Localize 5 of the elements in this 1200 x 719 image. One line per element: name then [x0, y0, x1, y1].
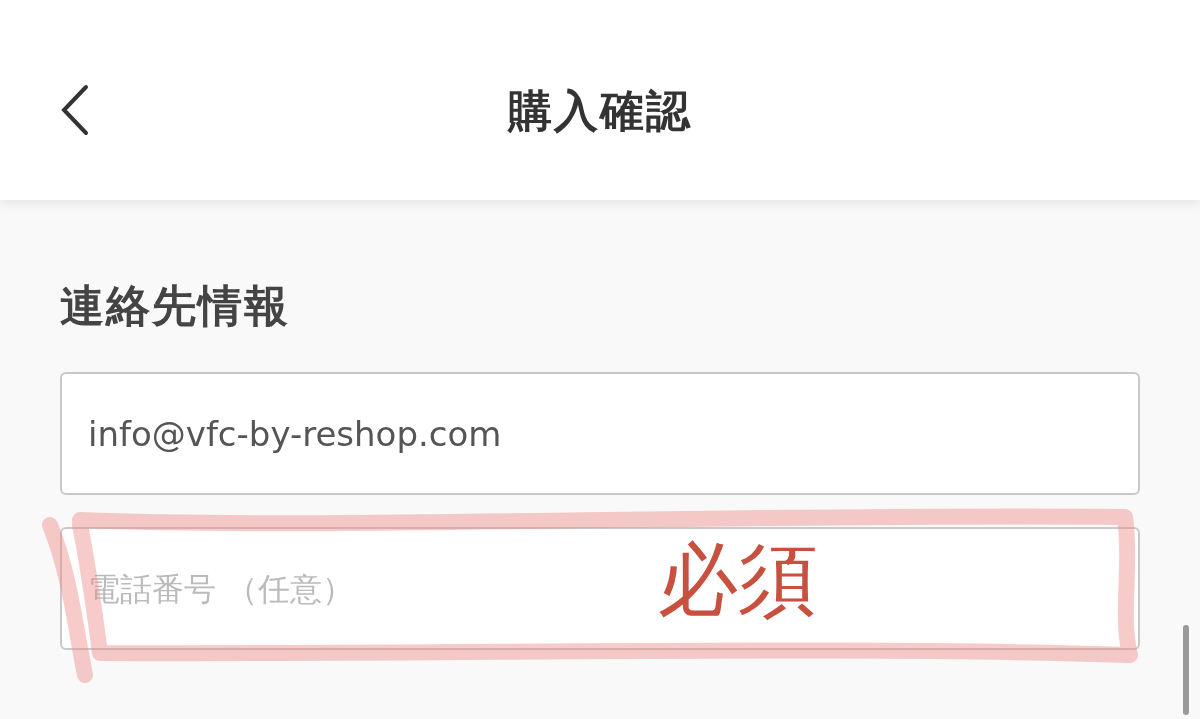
section-heading: 連絡先情報 — [60, 282, 291, 331]
back-icon — [60, 84, 90, 136]
annotation-text: 必須 — [658, 540, 818, 620]
page-title: 購入確認 — [508, 84, 692, 138]
email-field[interactable]: info@vfc-by-reshop.com — [60, 372, 1140, 496]
